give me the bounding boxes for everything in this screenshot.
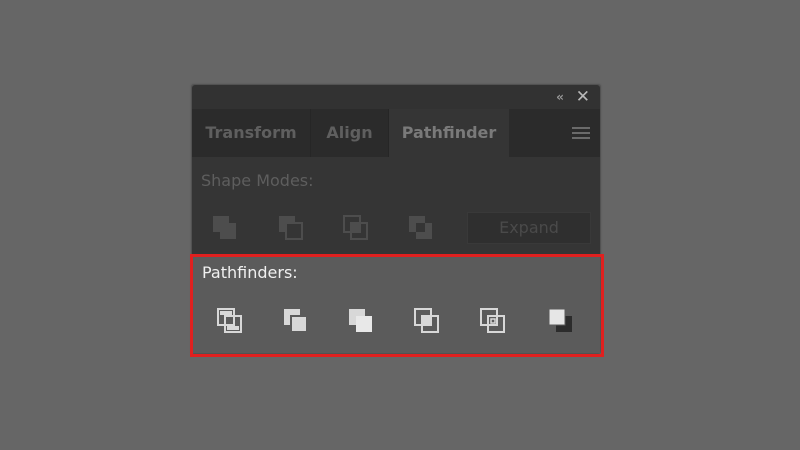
tab-pathfinder[interactable]: Pathfinder (389, 109, 509, 157)
pathfinders-label: Pathfinders: (202, 263, 298, 282)
shape-mode-unite-icon[interactable] (210, 213, 240, 243)
panel-tabs: Transform Align Pathfinder (192, 109, 600, 157)
collapse-panel-icon[interactable]: ‹‹ (556, 90, 564, 104)
pathfinders-section: Pathfinders: (192, 255, 600, 353)
pathfinder-trim-icon[interactable] (281, 306, 311, 336)
pathfinder-merge-icon[interactable] (346, 306, 376, 336)
shape-modes-label: Shape Modes: (201, 171, 314, 190)
panel-titlebar[interactable]: ‹‹ ✕ (192, 85, 600, 109)
shape-mode-minus-front-icon[interactable] (276, 213, 306, 243)
tab-align[interactable]: Align (311, 109, 388, 157)
pathfinder-crop-icon[interactable] (412, 306, 442, 336)
close-icon[interactable]: ✕ (576, 87, 590, 107)
hamburger-menu-icon[interactable] (572, 127, 590, 140)
shape-mode-exclude-icon[interactable] (406, 213, 436, 243)
expand-button[interactable]: Expand (467, 212, 591, 244)
tab-transform[interactable]: Transform (192, 109, 310, 157)
pathfinder-outline-icon[interactable] (478, 306, 508, 336)
pathfinder-minus-back-icon[interactable] (546, 306, 576, 336)
shape-modes-section: Shape Modes: Expand (192, 157, 600, 255)
pathfinder-panel: ‹‹ ✕ Transform Align Pathfinder Shape Mo… (192, 85, 600, 353)
pathfinder-divide-icon[interactable] (215, 306, 245, 336)
shape-mode-intersect-icon[interactable] (341, 213, 371, 243)
